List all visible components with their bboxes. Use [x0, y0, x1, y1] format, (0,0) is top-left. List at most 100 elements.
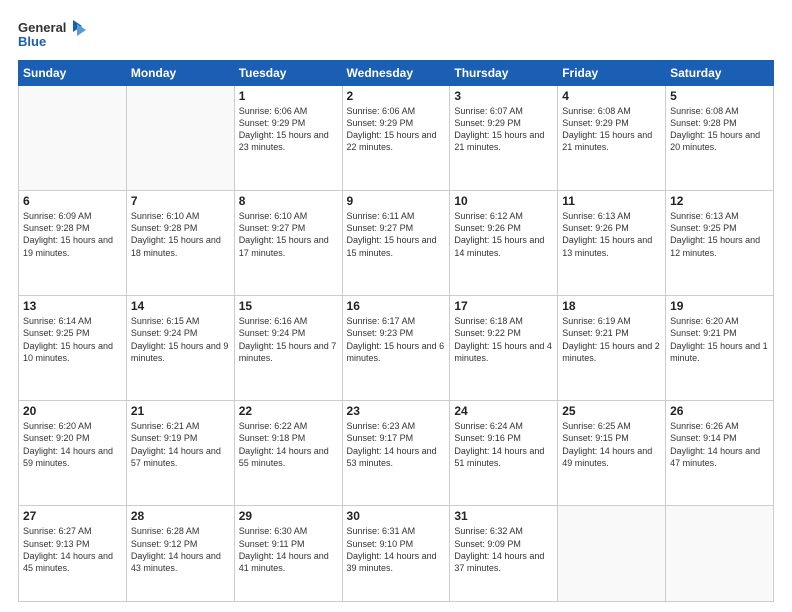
day-number: 1 — [239, 89, 338, 103]
day-number: 10 — [454, 194, 553, 208]
cell-info: Sunrise: 6:24 AM Sunset: 9:16 PM Dayligh… — [454, 420, 553, 469]
day-header-sunday: Sunday — [19, 61, 127, 86]
day-number: 20 — [23, 404, 122, 418]
day-number: 15 — [239, 299, 338, 313]
calendar-cell: 14 Sunrise: 6:15 AM Sunset: 9:24 PM Dayli… — [126, 296, 234, 401]
day-number: 12 — [670, 194, 769, 208]
day-number: 14 — [131, 299, 230, 313]
calendar-cell: 28 Sunrise: 6:28 AM Sunset: 9:12 PM Dayli… — [126, 506, 234, 602]
calendar-cell: 8 Sunrise: 6:10 AM Sunset: 9:27 PM Daylig… — [234, 191, 342, 296]
cell-info: Sunrise: 6:08 AM Sunset: 9:28 PM Dayligh… — [670, 105, 769, 154]
calendar-cell: 13 Sunrise: 6:14 AM Sunset: 9:25 PM Dayli… — [19, 296, 127, 401]
calendar-cell: 30 Sunrise: 6:31 AM Sunset: 9:10 PM Dayli… — [342, 506, 450, 602]
day-header-saturday: Saturday — [666, 61, 774, 86]
day-number: 3 — [454, 89, 553, 103]
svg-text:General: General — [18, 20, 66, 35]
cell-info: Sunrise: 6:11 AM Sunset: 9:27 PM Dayligh… — [347, 210, 446, 259]
calendar-cell: 25 Sunrise: 6:25 AM Sunset: 9:15 PM Dayli… — [558, 401, 666, 506]
logo: GeneralBlue — [18, 18, 88, 50]
cell-info: Sunrise: 6:18 AM Sunset: 9:22 PM Dayligh… — [454, 315, 553, 364]
cell-info: Sunrise: 6:20 AM Sunset: 9:20 PM Dayligh… — [23, 420, 122, 469]
page: GeneralBlue SundayMondayTuesdayWednesday… — [0, 0, 792, 612]
cell-info: Sunrise: 6:17 AM Sunset: 9:23 PM Dayligh… — [347, 315, 446, 364]
day-number: 4 — [562, 89, 661, 103]
calendar-cell: 22 Sunrise: 6:22 AM Sunset: 9:18 PM Dayli… — [234, 401, 342, 506]
cell-info: Sunrise: 6:20 AM Sunset: 9:21 PM Dayligh… — [670, 315, 769, 364]
calendar-cell: 16 Sunrise: 6:17 AM Sunset: 9:23 PM Dayli… — [342, 296, 450, 401]
day-header-thursday: Thursday — [450, 61, 558, 86]
day-number: 24 — [454, 404, 553, 418]
day-number: 2 — [347, 89, 446, 103]
cell-info: Sunrise: 6:19 AM Sunset: 9:21 PM Dayligh… — [562, 315, 661, 364]
logo-icon: GeneralBlue — [18, 18, 88, 50]
cell-info: Sunrise: 6:06 AM Sunset: 9:29 PM Dayligh… — [347, 105, 446, 154]
calendar-cell — [19, 86, 127, 191]
day-number: 28 — [131, 509, 230, 523]
calendar-cell: 6 Sunrise: 6:09 AM Sunset: 9:28 PM Daylig… — [19, 191, 127, 296]
day-header-wednesday: Wednesday — [342, 61, 450, 86]
day-number: 30 — [347, 509, 446, 523]
cell-info: Sunrise: 6:27 AM Sunset: 9:13 PM Dayligh… — [23, 525, 122, 574]
cell-info: Sunrise: 6:06 AM Sunset: 9:29 PM Dayligh… — [239, 105, 338, 154]
day-header-tuesday: Tuesday — [234, 61, 342, 86]
calendar-cell: 11 Sunrise: 6:13 AM Sunset: 9:26 PM Dayli… — [558, 191, 666, 296]
day-number: 13 — [23, 299, 122, 313]
calendar-cell: 3 Sunrise: 6:07 AM Sunset: 9:29 PM Daylig… — [450, 86, 558, 191]
day-number: 9 — [347, 194, 446, 208]
day-number: 27 — [23, 509, 122, 523]
calendar-cell: 23 Sunrise: 6:23 AM Sunset: 9:17 PM Dayli… — [342, 401, 450, 506]
cell-info: Sunrise: 6:09 AM Sunset: 9:28 PM Dayligh… — [23, 210, 122, 259]
calendar-cell: 10Sunrise: 6:12 AM Sunset: 9:26 PM Dayli… — [450, 191, 558, 296]
calendar-cell: 7Sunrise: 6:10 AM Sunset: 9:28 PM Daylig… — [126, 191, 234, 296]
day-number: 19 — [670, 299, 769, 313]
day-number: 23 — [347, 404, 446, 418]
day-number: 8 — [239, 194, 338, 208]
day-number: 29 — [239, 509, 338, 523]
cell-info: Sunrise: 6:15 AM Sunset: 9:24 PM Dayligh… — [131, 315, 230, 364]
cell-info: Sunrise: 6:13 AM Sunset: 9:26 PM Dayligh… — [562, 210, 661, 259]
cell-info: Sunrise: 6:14 AM Sunset: 9:25 PM Dayligh… — [23, 315, 122, 364]
cell-info: Sunrise: 6:10 AM Sunset: 9:27 PM Dayligh… — [239, 210, 338, 259]
day-number: 17 — [454, 299, 553, 313]
cell-info: Sunrise: 6:25 AM Sunset: 9:15 PM Dayligh… — [562, 420, 661, 469]
calendar-cell: 20 Sunrise: 6:20 AM Sunset: 9:20 PM Dayli… — [19, 401, 127, 506]
cell-info: Sunrise: 6:22 AM Sunset: 9:18 PM Dayligh… — [239, 420, 338, 469]
cell-info: Sunrise: 6:30 AM Sunset: 9:11 PM Dayligh… — [239, 525, 338, 574]
calendar-cell — [558, 506, 666, 602]
calendar-cell: 15 Sunrise: 6:16 AM Sunset: 9:24 PM Dayli… — [234, 296, 342, 401]
day-number: 5 — [670, 89, 769, 103]
day-header-friday: Friday — [558, 61, 666, 86]
calendar-cell: 18 Sunrise: 6:19 AM Sunset: 9:21 PM Dayli… — [558, 296, 666, 401]
calendar-cell: 5 Sunrise: 6:08 AM Sunset: 9:28 PM Daylig… — [666, 86, 774, 191]
calendar-cell: 24 Sunrise: 6:24 AM Sunset: 9:16 PM Dayli… — [450, 401, 558, 506]
cell-info: Sunrise: 6:08 AM Sunset: 9:29 PM Dayligh… — [562, 105, 661, 154]
calendar-cell: 31 Sunrise: 6:32 AM Sunset: 9:09 PM Dayli… — [450, 506, 558, 602]
day-number: 22 — [239, 404, 338, 418]
calendar-cell: 27 Sunrise: 6:27 AM Sunset: 9:13 PM Dayli… — [19, 506, 127, 602]
cell-info: Sunrise: 6:31 AM Sunset: 9:10 PM Dayligh… — [347, 525, 446, 574]
calendar-cell: 1 Sunrise: 6:06 AM Sunset: 9:29 PM Daylig… — [234, 86, 342, 191]
cell-info: Sunrise: 6:28 AM Sunset: 9:12 PM Dayligh… — [131, 525, 230, 574]
day-number: 25 — [562, 404, 661, 418]
day-number: 31 — [454, 509, 553, 523]
day-number: 11 — [562, 194, 661, 208]
cell-info: Sunrise: 6:13 AM Sunset: 9:25 PM Dayligh… — [670, 210, 769, 259]
header: GeneralBlue — [18, 18, 774, 50]
cell-info: Sunrise: 6:07 AM Sunset: 9:29 PM Dayligh… — [454, 105, 553, 154]
day-number: 26 — [670, 404, 769, 418]
day-number: 16 — [347, 299, 446, 313]
calendar-cell: 4 Sunrise: 6:08 AM Sunset: 9:29 PM Daylig… — [558, 86, 666, 191]
calendar-cell — [126, 86, 234, 191]
cell-info: Sunrise: 6:23 AM Sunset: 9:17 PM Dayligh… — [347, 420, 446, 469]
calendar-cell: 9 Sunrise: 6:11 AM Sunset: 9:27 PM Daylig… — [342, 191, 450, 296]
cell-info: Sunrise: 6:32 AM Sunset: 9:09 PM Dayligh… — [454, 525, 553, 574]
calendar-cell — [666, 506, 774, 602]
day-number: 6 — [23, 194, 122, 208]
calendar-cell: 26Sunrise: 6:26 AM Sunset: 9:14 PM Dayli… — [666, 401, 774, 506]
day-number: 7 — [131, 194, 230, 208]
cell-info: Sunrise: 6:16 AM Sunset: 9:24 PM Dayligh… — [239, 315, 338, 364]
calendar-cell: 21Sunrise: 6:21 AM Sunset: 9:19 PM Dayli… — [126, 401, 234, 506]
day-number: 18 — [562, 299, 661, 313]
calendar-table: SundayMondayTuesdayWednesdayThursdayFrid… — [18, 60, 774, 602]
day-number: 21 — [131, 404, 230, 418]
